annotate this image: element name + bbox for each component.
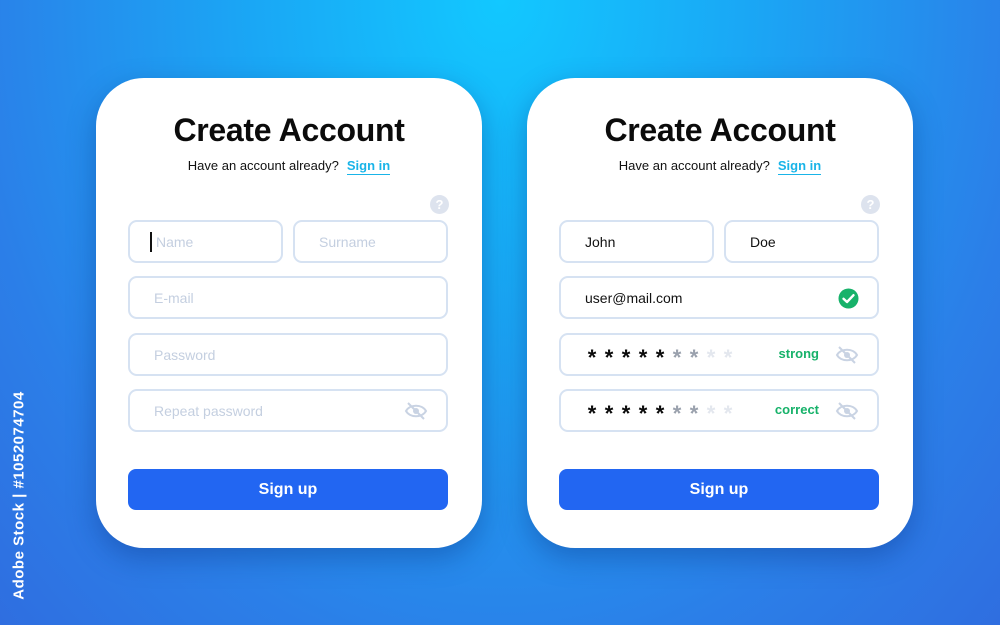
repeat-password-field[interactable]: * * * * * * * * * correct [559,389,879,432]
surname-field[interactable]: Surname [293,220,448,263]
name-field[interactable]: Name [128,220,283,263]
signin-link[interactable]: Sign in [777,158,822,175]
mask-dot: * [638,344,648,370]
mask-dot: * [689,400,699,426]
signin-prompt-text: Have an account already? [618,158,770,173]
help-icon[interactable]: ? [861,195,880,214]
page-title: Create Account [173,112,405,148]
surname-placeholder: Surname [319,233,376,250]
password-placeholder: Password [154,346,216,363]
name-field[interactable]: John [559,220,714,263]
eye-slash-icon[interactable] [404,402,428,420]
mask-dot: * [706,344,716,370]
signin-link[interactable]: Sign in [346,158,391,175]
stock-id-watermark: Adobe Stock | #1052074704 [6,380,32,610]
mask-dot: * [723,344,733,370]
signup-button[interactable]: Sign up [128,469,448,510]
email-placeholder: E-mail [154,289,194,306]
repeat-password-field[interactable]: Repeat password [128,389,448,432]
email-field[interactable]: E-mail [128,276,448,319]
surname-value: Doe [750,233,776,250]
repeat-password-status-label: correct [774,402,819,417]
mask-dot: * [604,344,614,370]
signin-prompt: Have an account already? Sign in [527,158,913,175]
email-field[interactable]: user@mail.com [559,276,879,319]
mask-dot: * [706,400,716,426]
check-circle-icon [838,288,859,309]
password-field[interactable]: * * * * * * * * * strong [559,333,879,376]
email-value: user@mail.com [585,289,683,306]
signin-prompt-text: Have an account already? [187,158,339,173]
surname-field[interactable]: Doe [724,220,879,263]
name-value: John [585,233,616,250]
mask-dot: * [621,400,631,426]
mask-dot: * [604,400,614,426]
mask-dot: * [587,344,597,370]
stock-id-text: Adobe Stock | #1052074704 [10,390,28,600]
password-field[interactable]: Password [128,333,448,376]
password-masked-value: * * * * * * * * * [585,341,735,369]
repeat-password-masked-value: * * * * * * * * * [585,397,735,425]
text-caret [150,232,152,252]
mask-dot: * [638,400,648,426]
eye-slash-icon[interactable] [835,346,859,364]
help-icon[interactable]: ? [430,195,449,214]
name-placeholder: Name [156,233,194,250]
page-title: Create Account [604,112,836,148]
mask-dot: * [689,344,699,370]
mask-dot: * [723,400,733,426]
repeat-password-placeholder: Repeat password [154,402,263,419]
mask-dot: * [655,400,665,426]
mask-dot: * [587,400,597,426]
signup-card-filled: Create Account Have an account already? … [527,78,913,548]
eye-slash-icon[interactable] [835,402,859,420]
password-strength-label: strong [778,346,819,361]
mask-dot: * [655,344,665,370]
signup-card-empty: Create Account Have an account already? … [96,78,482,548]
mask-dot: * [672,344,682,370]
mask-dot: * [621,344,631,370]
mask-dot: * [672,400,682,426]
signin-prompt: Have an account already? Sign in [96,158,482,175]
signup-button[interactable]: Sign up [559,469,879,510]
